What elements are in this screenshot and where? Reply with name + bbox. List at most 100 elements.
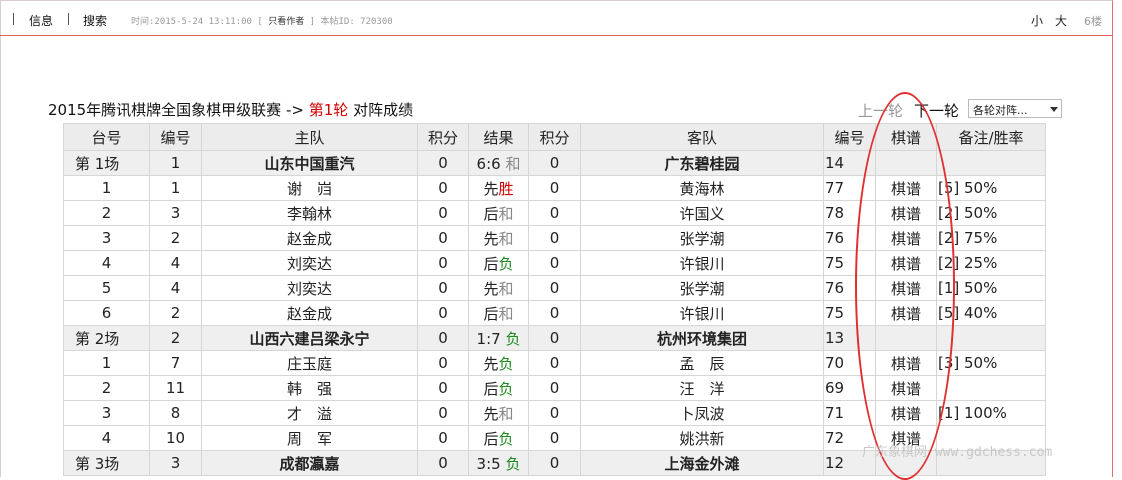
home-points-cell: 0 [417, 300, 469, 326]
note-cell: [2] 25% [936, 250, 1046, 276]
note-cell: [3] 50% [936, 350, 1046, 376]
game-record-link[interactable]: 棋谱 [875, 375, 937, 401]
next-round-link[interactable]: 下一轮 [914, 100, 959, 121]
result-outcome: 和 [498, 404, 514, 423]
result-score: 先 [483, 279, 499, 298]
result-cell: 先和 [468, 400, 529, 426]
home-number-cell: 1 [149, 150, 202, 176]
away-player-cell: 张学潮 [580, 225, 824, 251]
home-number-cell: 4 [149, 250, 202, 276]
home-number-cell: 8 [149, 400, 202, 426]
table-number-cell: 3 [63, 400, 150, 426]
game-row: 4 4 刘奕达 0 后负 0 许银川 75 棋谱 [2] 25% [63, 250, 1046, 276]
game-record-link[interactable]: 棋谱 [875, 175, 937, 201]
note-cell: [1] 50% [936, 275, 1046, 301]
game-row: 2 3 李翰林 0 后和 0 许国义 78 棋谱 [2] 50% [63, 200, 1046, 226]
home-player-cell: 庄玉庭 [201, 350, 418, 376]
column-header: 客队 [580, 123, 824, 151]
away-number-cell: 75 [823, 250, 876, 276]
away-team-cell[interactable]: 杭州环境集团 [580, 325, 824, 351]
home-points-cell: 0 [417, 400, 469, 426]
game-record-link[interactable]: 棋谱 [875, 275, 937, 301]
round-link[interactable]: 第1轮 [309, 101, 349, 119]
game-record-link[interactable]: 棋谱 [875, 400, 937, 426]
game-row: 6 2 赵金成 0 后和 0 许银川 75 棋谱 [5] 40% [63, 300, 1046, 326]
column-header: 台号 [63, 123, 150, 151]
away-points-cell: 0 [528, 200, 581, 226]
home-number-cell: 3 [149, 200, 202, 226]
away-points-cell: 0 [528, 275, 581, 301]
away-number-cell: 70 [823, 350, 876, 376]
column-header: 备注/胜率 [936, 123, 1046, 151]
away-points-cell: 0 [528, 375, 581, 401]
away-number-cell: 78 [823, 200, 876, 226]
result-score: 后 [483, 304, 499, 323]
round-select-value: 各轮对阵... [973, 104, 1028, 117]
column-header: 积分 [417, 123, 469, 151]
game-record-link[interactable]: 棋谱 [875, 225, 937, 251]
away-player-cell: 姚洪新 [580, 425, 824, 451]
home-number-cell: 2 [149, 325, 202, 351]
away-points-cell: 0 [528, 350, 581, 376]
round-select[interactable]: 各轮对阵... [968, 99, 1062, 118]
result-cell: 后负 [468, 250, 529, 276]
home-points-cell: 0 [417, 325, 469, 351]
home-player-cell: 韩 强 [201, 375, 418, 401]
away-player-cell: 汪 洋 [580, 375, 824, 401]
game-record-link [875, 325, 937, 351]
game-record-link [875, 150, 937, 176]
result-cell: 3:5 负 [468, 450, 529, 476]
font-small-button[interactable]: 小 [1031, 12, 1043, 29]
column-header: 主队 [201, 123, 418, 151]
away-points-cell: 0 [528, 400, 581, 426]
home-player-cell: 刘奕达 [201, 275, 418, 301]
column-header: 编号 [823, 123, 876, 151]
game-record-link[interactable]: 棋谱 [875, 200, 937, 226]
result-outcome: 负 [505, 329, 521, 348]
result-score: 后 [483, 254, 499, 273]
away-points-cell: 0 [528, 325, 581, 351]
match-row: 第 1场 1 山东中国重汽 0 6:6 和 0 广东碧桂园 14 [63, 150, 1046, 176]
home-team-cell[interactable]: 山西六建吕梁永宁 [201, 325, 418, 351]
match-row: 第 2场 2 山西六建吕梁永宁 0 1:7 负 0 杭州环境集团 13 [63, 325, 1046, 351]
font-large-button[interactable]: 大 [1055, 12, 1067, 29]
table-number-cell: 第 1场 [63, 150, 150, 176]
result-cell: 后负 [468, 425, 529, 451]
search-link[interactable]: 搜索 [83, 12, 107, 29]
away-points-cell: 0 [528, 150, 581, 176]
home-team-cell[interactable]: 成都瀛嘉 [201, 450, 418, 476]
prev-round-link[interactable]: 上一轮 [858, 100, 903, 121]
post-meta: 时间:2015-5-24 13:11:00 [ 只看作者 ] 本帖ID: 720… [131, 14, 393, 27]
away-player-cell: 卜凤波 [580, 400, 824, 426]
divider [13, 13, 14, 25]
home-number-cell: 4 [149, 275, 202, 301]
away-number-cell: 14 [823, 150, 876, 176]
game-record-link[interactable]: 棋谱 [875, 250, 937, 276]
away-player-cell: 孟 辰 [580, 350, 824, 376]
home-player-cell: 赵金成 [201, 225, 418, 251]
result-cell: 后和 [468, 200, 529, 226]
away-player-cell: 黄海林 [580, 175, 824, 201]
home-team-cell[interactable]: 山东中国重汽 [201, 150, 418, 176]
table-number-cell: 5 [63, 275, 150, 301]
info-link[interactable]: 信息 [29, 12, 53, 29]
only-author-link[interactable]: 只看作者 [268, 17, 304, 27]
game-record-link[interactable]: 棋谱 [875, 350, 937, 376]
away-player-cell: 许银川 [580, 300, 824, 326]
home-points-cell: 0 [417, 375, 469, 401]
home-player-cell: 李翰林 [201, 200, 418, 226]
away-points-cell: 0 [528, 225, 581, 251]
game-row: 38才 溢 0 先和 0 卜凤波 71 棋谱 [1] 100% [63, 400, 1046, 426]
away-number-cell: 76 [823, 275, 876, 301]
note-cell: [5] 40% [936, 300, 1046, 326]
home-points-cell: 0 [417, 250, 469, 276]
game-row: 5 4 刘奕达 0 先和 0 张学潮 76 棋谱 [1] 50% [63, 275, 1046, 301]
result-score: 后 [483, 204, 499, 223]
game-record-link[interactable]: 棋谱 [875, 300, 937, 326]
note-cell: [5] 50% [936, 175, 1046, 201]
home-number-cell: 2 [149, 300, 202, 326]
result-score: 1:7 [476, 329, 501, 348]
table-number-cell: 1 [63, 350, 150, 376]
away-team-cell[interactable]: 广东碧桂园 [580, 150, 824, 176]
away-team-cell[interactable]: 上海金外滩 [580, 450, 824, 476]
